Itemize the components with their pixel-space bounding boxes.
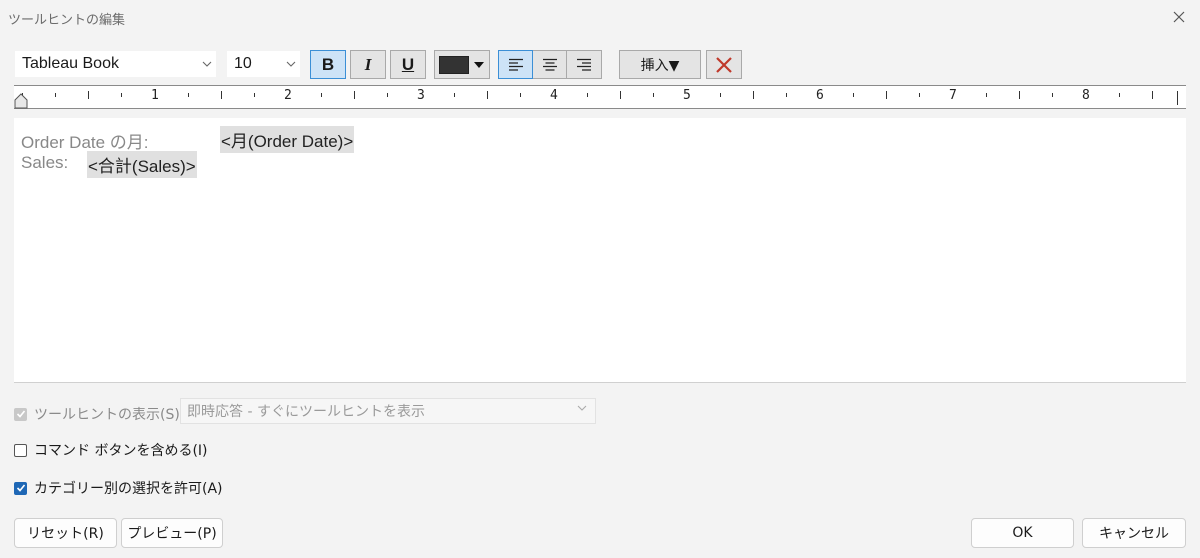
underline-icon: U bbox=[401, 54, 415, 74]
show-tooltip-checkbox[interactable] bbox=[14, 407, 27, 421]
ok-button[interactable]: OK bbox=[971, 518, 1074, 548]
close-icon bbox=[1173, 11, 1185, 23]
sum-sales-field[interactable]: <合計(Sales)> bbox=[87, 151, 197, 178]
allow-category-selection-checkbox[interactable] bbox=[14, 481, 27, 495]
align-center-button[interactable] bbox=[533, 50, 567, 79]
checkmark-icon bbox=[16, 484, 25, 492]
include-command-buttons-label: コマンド ボタンを含める(I) bbox=[34, 443, 208, 459]
reset-button[interactable]: リセット(R) bbox=[14, 518, 117, 548]
ruler-number: 3 bbox=[417, 88, 425, 103]
allow-category-selection-label: カテゴリー別の選択を許可(A) bbox=[34, 481, 223, 497]
align-center-icon bbox=[542, 58, 557, 71]
font-family-value: Tableau Book bbox=[22, 55, 119, 72]
line2-label: Sales: bbox=[21, 153, 69, 172]
insert-button[interactable]: 挿入▼ bbox=[619, 50, 701, 79]
clear-formatting-button[interactable] bbox=[706, 50, 742, 79]
tooltip-mode-select[interactable]: 即時応答 - すぐにツールヒントを表示 bbox=[180, 398, 596, 424]
close-button[interactable] bbox=[1168, 6, 1190, 28]
tooltip-mode-value: 即時応答 - すぐにツールヒントを表示 bbox=[187, 404, 425, 420]
font-size-value: 10 bbox=[234, 55, 252, 72]
align-left-button[interactable] bbox=[498, 50, 533, 79]
ruler-number: 4 bbox=[550, 88, 558, 103]
ruler-number: 2 bbox=[284, 88, 292, 103]
color-swatch bbox=[439, 55, 469, 74]
chevron-down-icon bbox=[282, 61, 300, 67]
include-command-buttons-checkbox[interactable] bbox=[14, 443, 27, 457]
italic-button[interactable]: I bbox=[350, 50, 386, 79]
ruler-number: 5 bbox=[683, 88, 691, 103]
italic-icon: I bbox=[364, 54, 372, 74]
align-left-icon bbox=[508, 58, 523, 71]
cancel-button[interactable]: キャンセル bbox=[1082, 518, 1186, 548]
bold-icon: B bbox=[321, 54, 335, 74]
indent-marker-icon[interactable] bbox=[14, 93, 28, 109]
ruler-number: 7 bbox=[949, 88, 957, 103]
clear-x-icon bbox=[716, 56, 732, 73]
dropdown-arrow-icon bbox=[474, 61, 484, 68]
bold-button[interactable]: B bbox=[310, 50, 346, 79]
title-bar: ツールヒントの編集 bbox=[0, 0, 1200, 34]
font-family-select[interactable]: Tableau Book bbox=[14, 50, 217, 78]
align-right-button[interactable] bbox=[567, 50, 602, 79]
underline-button[interactable]: U bbox=[390, 50, 426, 79]
ruler: 1 2 3 4 5 6 7 8 bbox=[14, 85, 1186, 109]
tooltip-text-editor[interactable]: Order Date の月: <月(Order Date)> Sales: <合… bbox=[14, 118, 1186, 383]
ruler-number: 1 bbox=[151, 88, 159, 103]
align-right-icon bbox=[577, 58, 591, 71]
ruler-number: 8 bbox=[1082, 88, 1090, 103]
show-tooltip-option[interactable]: ツールヒントの表示(S) bbox=[14, 404, 180, 424]
dialog-title: ツールヒントの編集 bbox=[8, 13, 126, 28]
allow-category-selection-option[interactable]: カテゴリー別の選択を許可(A) bbox=[14, 478, 223, 498]
edit-tooltip-dialog: ツールヒントの編集 Tableau Book 10 B I U 挿入▼ 1 2 … bbox=[0, 0, 1200, 558]
format-toolbar: Tableau Book 10 B I U 挿入▼ bbox=[0, 48, 1200, 82]
chevron-down-icon bbox=[198, 61, 216, 67]
preview-button[interactable]: プレビュー(P) bbox=[121, 518, 223, 548]
chevron-down-icon bbox=[577, 405, 587, 411]
show-tooltip-label: ツールヒントの表示(S) bbox=[34, 407, 180, 423]
month-order-date-field[interactable]: <月(Order Date)> bbox=[220, 126, 355, 153]
text-color-picker[interactable] bbox=[434, 50, 490, 79]
include-command-buttons-option[interactable]: コマンド ボタンを含める(I) bbox=[14, 440, 208, 460]
insert-label: 挿入▼ bbox=[640, 57, 680, 74]
line1-label: Order Date の月: bbox=[21, 133, 149, 152]
ruler-number: 6 bbox=[816, 88, 824, 103]
font-size-select[interactable]: 10 bbox=[226, 50, 301, 78]
checkmark-icon bbox=[16, 410, 25, 418]
